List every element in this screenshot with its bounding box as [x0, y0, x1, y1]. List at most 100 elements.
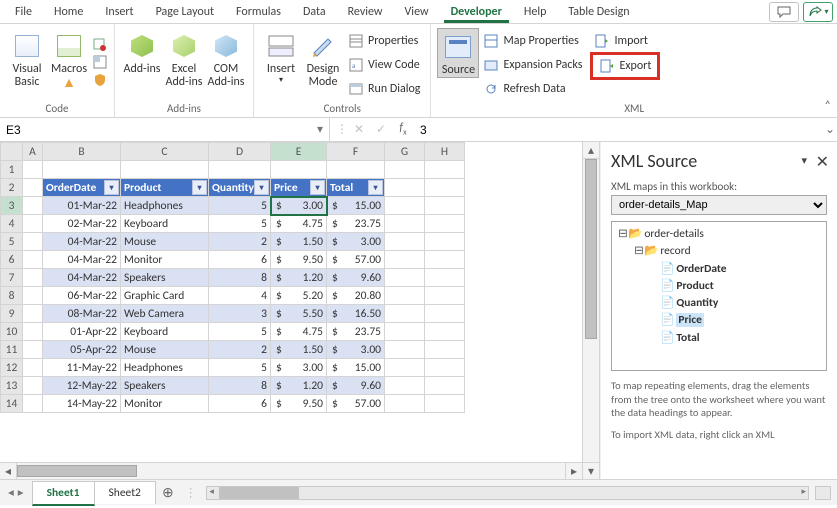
table-cell[interactable]: 3.00 — [271, 197, 327, 215]
tree-expand-root[interactable]: ⊟ — [618, 226, 628, 243]
table-cell[interactable]: 9.60 — [327, 269, 385, 287]
cell[interactable] — [425, 377, 465, 395]
row-header-4[interactable]: 4 — [1, 215, 23, 233]
table-cell[interactable]: 06-Mar-22 — [43, 287, 121, 305]
properties-button[interactable]: Properties — [344, 30, 424, 52]
table-header-total[interactable]: Total▾ — [327, 179, 385, 197]
fx-button[interactable]: fx — [392, 121, 414, 137]
map-properties-button[interactable]: Map Properties — [479, 30, 586, 52]
table-cell[interactable]: 02-Mar-22 — [43, 215, 121, 233]
vscroll-thumb[interactable] — [585, 159, 597, 339]
tree-root[interactable]: order-details — [644, 227, 704, 241]
visual-basic-button[interactable]: Visual Basic — [6, 28, 48, 88]
cell[interactable] — [425, 305, 465, 323]
cell[interactable] — [425, 179, 465, 197]
table-cell[interactable]: 4.75 — [271, 215, 327, 233]
col-header-B[interactable]: B — [43, 143, 121, 161]
table-cell[interactable]: 5 — [209, 359, 271, 377]
addins-button[interactable]: Add-ins — [121, 28, 163, 76]
xml-source-button[interactable]: Source — [437, 28, 479, 78]
macro-security-button[interactable] — [92, 72, 108, 86]
col-header-E[interactable]: E — [271, 143, 327, 161]
table-cell[interactable]: Speakers — [121, 377, 209, 395]
tab-review[interactable]: Review — [337, 2, 394, 22]
cell[interactable] — [327, 161, 385, 179]
cell[interactable] — [425, 323, 465, 341]
cell[interactable] — [385, 179, 425, 197]
scroll-right-button[interactable]: ▸ — [565, 463, 582, 479]
table-cell[interactable]: 20.80 — [327, 287, 385, 305]
tab-table-design[interactable]: Table Design — [557, 2, 640, 22]
cell[interactable] — [385, 377, 425, 395]
table-cell[interactable]: 5 — [209, 215, 271, 233]
table-cell[interactable]: Mouse — [121, 233, 209, 251]
table-cell[interactable]: 5.50 — [271, 305, 327, 323]
table-cell[interactable]: 3 — [209, 305, 271, 323]
table-cell[interactable]: 9.60 — [327, 377, 385, 395]
table-cell[interactable]: 01-Apr-22 — [43, 323, 121, 341]
table-cell[interactable]: 6 — [209, 251, 271, 269]
tab-data[interactable]: Data — [292, 2, 337, 22]
tree-field-total[interactable]: 📄Total — [650, 330, 822, 347]
excel-addins-button[interactable]: Excel Add-ins — [163, 28, 205, 88]
cell[interactable] — [425, 395, 465, 413]
table-cell[interactable]: Headphones — [121, 197, 209, 215]
table-cell[interactable]: 4.75 — [271, 323, 327, 341]
cell[interactable] — [23, 233, 43, 251]
cell[interactable] — [385, 233, 425, 251]
table-header-quantity[interactable]: Quantity▾ — [209, 179, 271, 197]
hscroll-thumb[interactable] — [17, 465, 137, 477]
table-cell[interactable]: 04-Mar-22 — [43, 233, 121, 251]
tab-view[interactable]: View — [394, 2, 440, 22]
add-sheet-button[interactable]: ⊕ — [155, 484, 181, 501]
scroll-down-button[interactable]: ▾ — [583, 462, 599, 479]
cell[interactable] — [385, 197, 425, 215]
table-cell[interactable]: Monitor — [121, 251, 209, 269]
table-cell[interactable]: Keyboard — [121, 323, 209, 341]
table-cell[interactable]: 14-May-22 — [43, 395, 121, 413]
table-cell[interactable]: 57.00 — [327, 395, 385, 413]
tree-record[interactable]: record — [660, 244, 690, 258]
share-button[interactable]: ▾ — [803, 2, 833, 22]
tab-help[interactable]: Help — [513, 2, 558, 22]
macros-button[interactable]: Macros ▲ — [48, 28, 90, 90]
expansion-packs-button[interactable]: Expansion Packs — [479, 54, 586, 76]
xml-import-button[interactable]: Import — [590, 30, 660, 52]
cell[interactable] — [425, 215, 465, 233]
table-cell[interactable]: 15.00 — [327, 359, 385, 377]
tab-home[interactable]: Home — [43, 2, 94, 22]
cell[interactable] — [425, 251, 465, 269]
design-mode-button[interactable]: Design Mode — [302, 28, 344, 88]
filter-quantity[interactable]: ▾ — [254, 180, 269, 195]
row-header-12[interactable]: 12 — [1, 359, 23, 377]
table-cell[interactable]: 08-Mar-22 — [43, 305, 121, 323]
cell[interactable] — [121, 161, 209, 179]
row-header-11[interactable]: 11 — [1, 341, 23, 359]
sheet-scroll-end[interactable] — [815, 486, 831, 500]
table-cell[interactable]: 8 — [209, 377, 271, 395]
cell[interactable] — [23, 395, 43, 413]
cell[interactable] — [23, 197, 43, 215]
cell[interactable] — [23, 269, 43, 287]
row-header-9[interactable]: 9 — [1, 305, 23, 323]
row-header-7[interactable]: 7 — [1, 269, 23, 287]
col-header-H[interactable]: H — [425, 143, 465, 161]
col-header-D[interactable]: D — [209, 143, 271, 161]
cell[interactable] — [385, 251, 425, 269]
insert-control-button[interactable]: Insert▾ — [260, 28, 302, 84]
xml-map-select[interactable]: order-details_Map — [611, 195, 827, 215]
cell[interactable] — [425, 233, 465, 251]
table-cell[interactable]: 23.75 — [327, 323, 385, 341]
cell[interactable] — [43, 161, 121, 179]
table-cell[interactable]: 9.50 — [271, 395, 327, 413]
cell[interactable] — [385, 395, 425, 413]
cell[interactable] — [23, 251, 43, 269]
col-header-F[interactable]: F — [327, 143, 385, 161]
cell[interactable] — [425, 341, 465, 359]
cell[interactable] — [385, 287, 425, 305]
row-header-2[interactable]: 2 — [1, 179, 23, 197]
cell[interactable] — [271, 161, 327, 179]
cell[interactable] — [385, 359, 425, 377]
tree-field-quantity[interactable]: 📄Quantity — [650, 295, 822, 312]
cell[interactable] — [209, 161, 271, 179]
